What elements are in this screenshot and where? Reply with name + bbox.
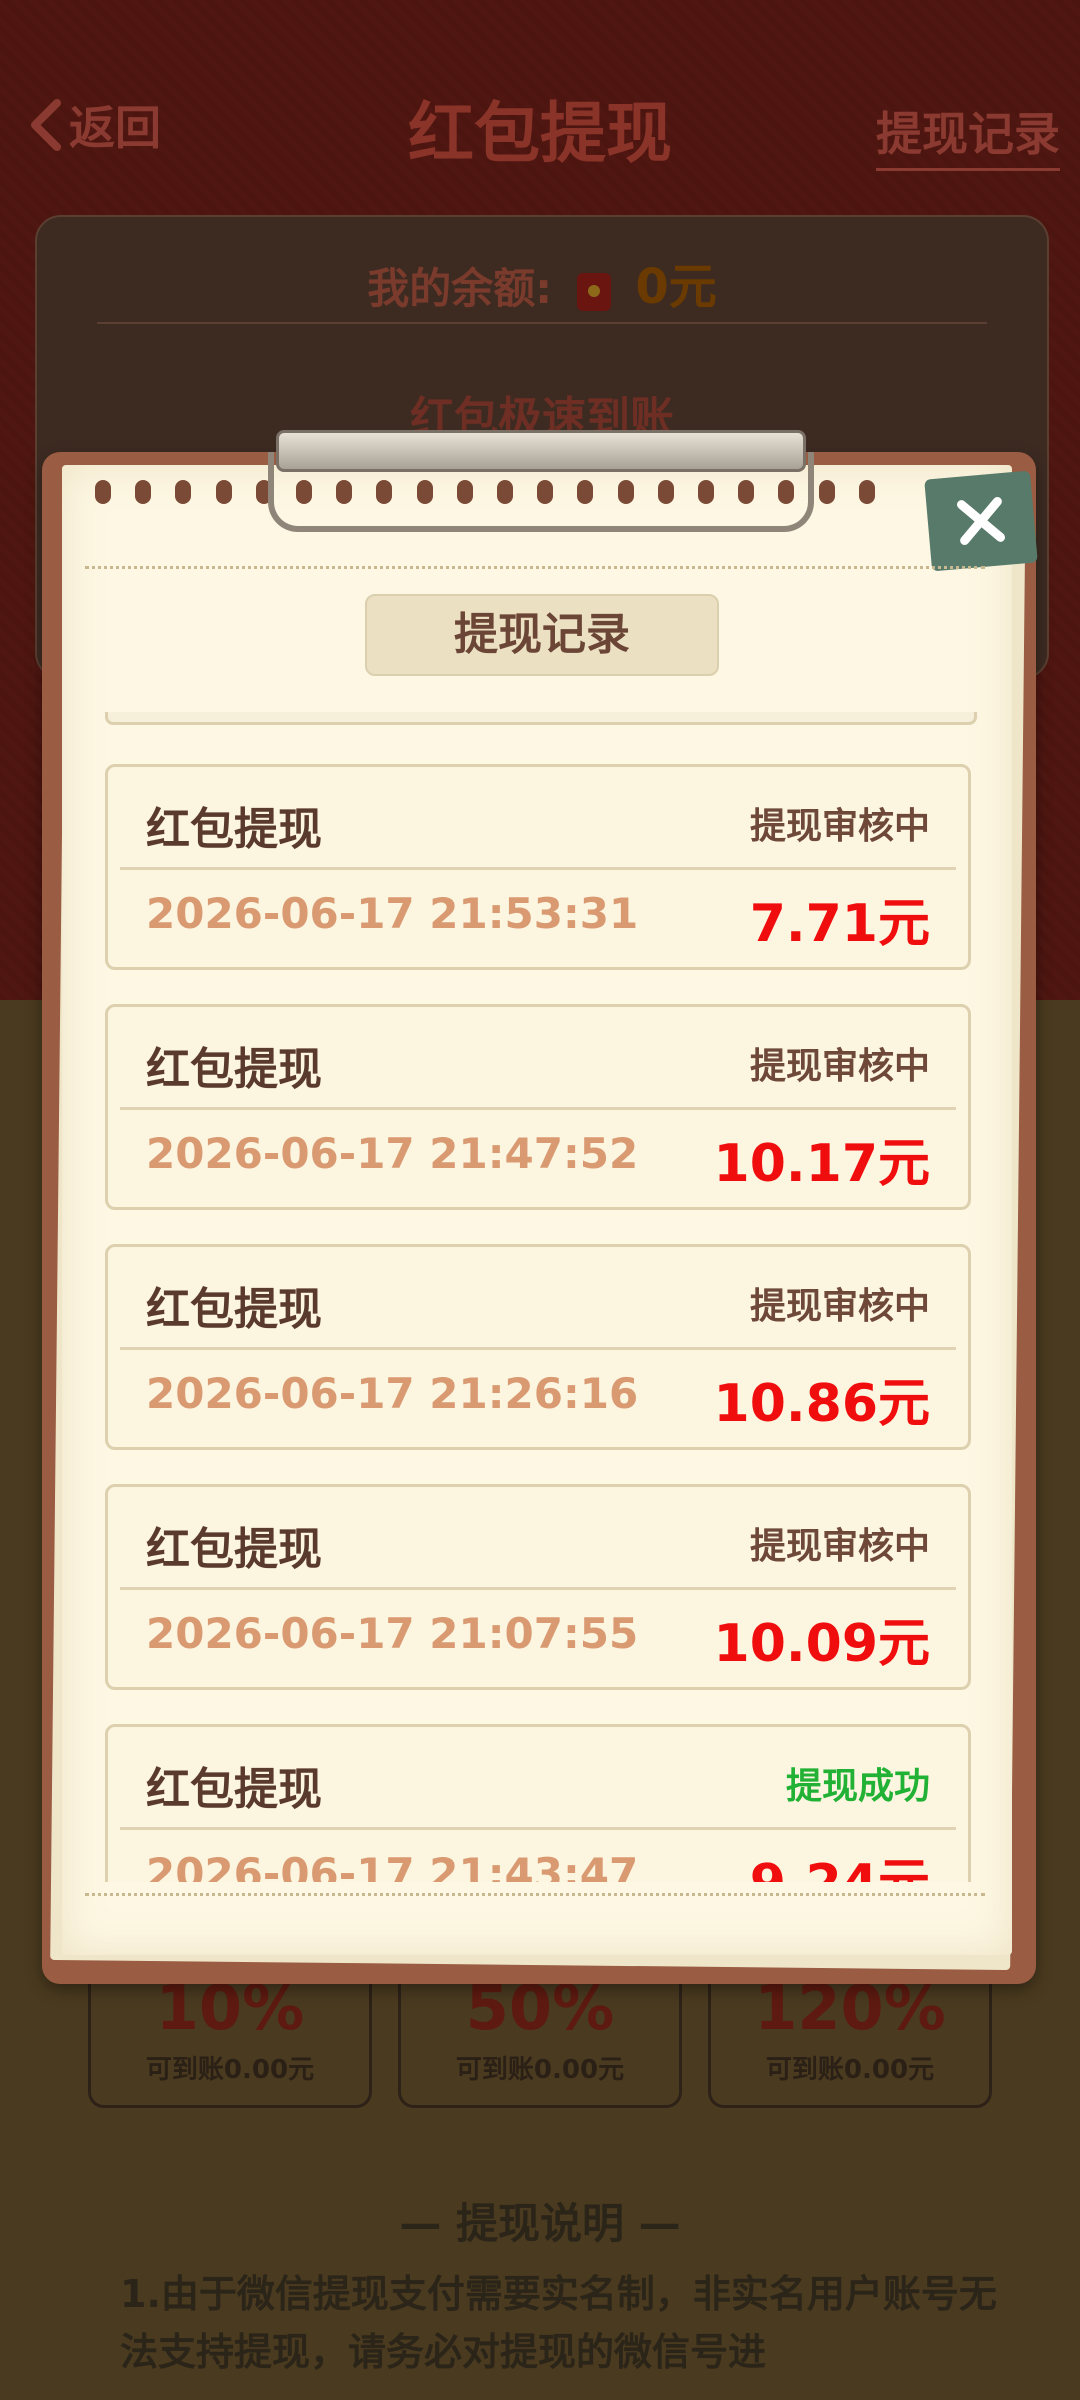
record-amount: 10.09元 (713, 1614, 930, 1674)
dialog-title: 提现记录 (365, 594, 719, 676)
balance-divider (97, 322, 987, 324)
records-list[interactable]: 红包提现 提现审核中 2026-06-17 21:53:31 7.71元 红包提… (100, 712, 980, 1882)
record-card: 红包提现 提现审核中 2026-06-17 21:26:16 10.86元 (105, 1244, 971, 1450)
record-name: 红包提现 (146, 1524, 322, 1575)
record-divider (120, 1107, 956, 1110)
record-divider (120, 1827, 956, 1830)
record-name: 红包提现 (146, 804, 322, 855)
clipboard-clip (268, 430, 814, 532)
record-amount: 10.17元 (713, 1134, 930, 1194)
record-time: 2026-06-17 21:53:31 (146, 889, 639, 938)
header: 返回 红包提现 提现记录 (0, 60, 1080, 190)
record-time: 2026-06-17 21:07:55 (146, 1609, 639, 1658)
binder-hole (215, 480, 232, 504)
red-packet-icon (576, 272, 611, 311)
withdraw-records-link[interactable]: 提现记录 (876, 98, 1060, 171)
close-icon (956, 496, 1006, 546)
option-available: 可到账0.00元 (765, 2055, 935, 2085)
balance-amount: 0元 (635, 259, 717, 315)
record-name: 红包提现 (146, 1044, 322, 1095)
record-divider (120, 1587, 956, 1590)
record-card-partial (105, 712, 977, 725)
record-name: 红包提现 (146, 1764, 322, 1815)
binder-hole (135, 480, 152, 504)
close-button[interactable] (924, 470, 1038, 572)
record-divider (120, 1347, 956, 1350)
record-divider (120, 867, 956, 870)
option-available: 可到账0.00元 (455, 2055, 625, 2085)
record-amount: 9.24元 (750, 1841, 930, 1882)
record-amount: 7.71元 (749, 894, 930, 954)
record-time: 2026-06-17 21:26:16 (146, 1369, 639, 1418)
record-time: 2026-06-17 21:47:52 (146, 1129, 639, 1178)
record-status: 提现审核中 (749, 1046, 930, 1087)
balance-label: 我的余额: (367, 264, 553, 313)
balance-row: 我的余额: 0元 (37, 247, 1047, 317)
option-available: 可到账0.00元 (145, 2055, 315, 2085)
record-card: 红包提现 提现成功 2026-06-17 21:43:47 9.24元 (105, 1724, 971, 1882)
binder-hole (175, 480, 192, 504)
clip-bar (276, 430, 806, 472)
dotted-divider (85, 1893, 985, 1896)
record-card: 红包提现 提现审核中 2026-06-17 21:47:52 10.17元 (105, 1004, 971, 1210)
binder-hole (95, 480, 111, 504)
explain-title: — 提现说明 — (399, 2199, 681, 2248)
explain-text: 1.由于微信提现支付需要实名制，非实名用户账号无法支持提现，请务必对提现的微信号… (120, 2272, 997, 2374)
binder-hole (858, 480, 875, 504)
record-card: 红包提现 提现审核中 2026-06-17 21:07:55 10.09元 (105, 1484, 971, 1690)
record-amount: 10.86元 (713, 1374, 930, 1434)
record-status: 提现审核中 (749, 806, 930, 847)
binder-hole (818, 480, 835, 504)
dotted-divider (85, 566, 985, 569)
record-time: 2026-06-17 21:43:47 (146, 1849, 639, 1882)
record-status: 提现成功 (785, 1766, 930, 1807)
record-card: 红包提现 提现审核中 2026-06-17 21:53:31 7.71元 (105, 764, 971, 970)
record-status: 提现审核中 (749, 1286, 930, 1327)
record-name: 红包提现 (146, 1284, 322, 1335)
record-status: 提现审核中 (749, 1526, 930, 1567)
